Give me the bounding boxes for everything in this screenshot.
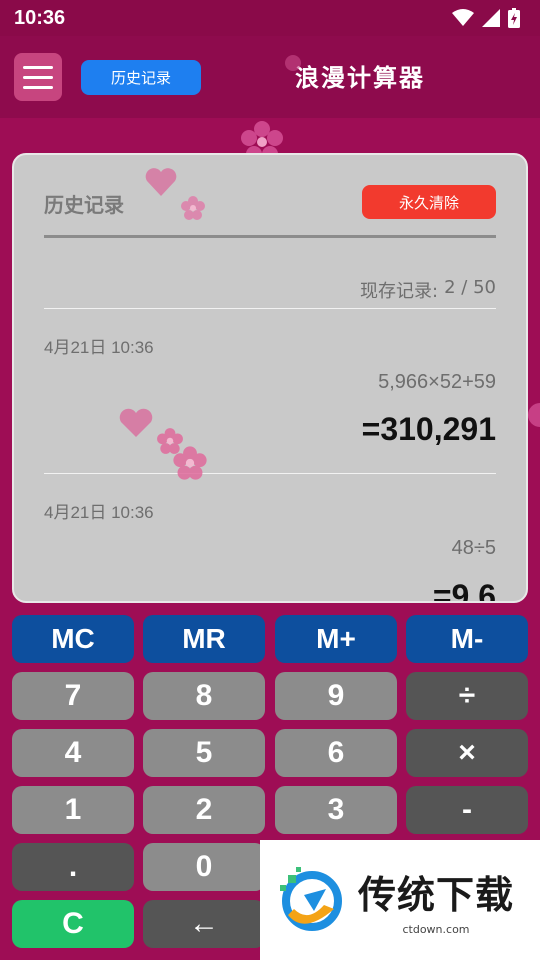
divide-button[interactable]: ÷ bbox=[406, 672, 528, 720]
multiply-button[interactable]: × bbox=[406, 729, 528, 777]
keypad: MC MR M+ M- 7 8 9 ÷ 4 5 6 × 1 2 3 - . 0 … bbox=[0, 0, 540, 960]
clear-button[interactable]: C bbox=[12, 900, 134, 948]
digit-6-button[interactable]: 6 bbox=[275, 729, 397, 777]
digit-3-button[interactable]: 3 bbox=[275, 786, 397, 834]
ctdown-logo-icon bbox=[280, 867, 342, 931]
decimal-button[interactable]: . bbox=[12, 843, 134, 891]
digit-2-button[interactable]: 2 bbox=[143, 786, 265, 834]
memory-recall-button[interactable]: MR bbox=[143, 615, 265, 663]
digit-1-button[interactable]: 1 bbox=[12, 786, 134, 834]
digit-7-button[interactable]: 7 bbox=[12, 672, 134, 720]
digit-4-button[interactable]: 4 bbox=[12, 729, 134, 777]
digit-9-button[interactable]: 9 bbox=[275, 672, 397, 720]
subtract-button[interactable]: - bbox=[406, 786, 528, 834]
memory-clear-button[interactable]: MC bbox=[12, 615, 134, 663]
watermark: 传统下载 ctdown.com bbox=[260, 840, 540, 960]
memory-subtract-button[interactable]: M- bbox=[406, 615, 528, 663]
digit-5-button[interactable]: 5 bbox=[143, 729, 265, 777]
watermark-text: 传统下载 ctdown.com bbox=[358, 864, 514, 936]
digit-8-button[interactable]: 8 bbox=[143, 672, 265, 720]
memory-add-button[interactable]: M+ bbox=[275, 615, 397, 663]
backspace-button[interactable]: ← bbox=[143, 900, 265, 948]
watermark-url: ctdown.com bbox=[402, 923, 470, 936]
watermark-title: 传统下载 bbox=[358, 873, 515, 917]
digit-0-button[interactable]: 0 bbox=[143, 843, 265, 891]
